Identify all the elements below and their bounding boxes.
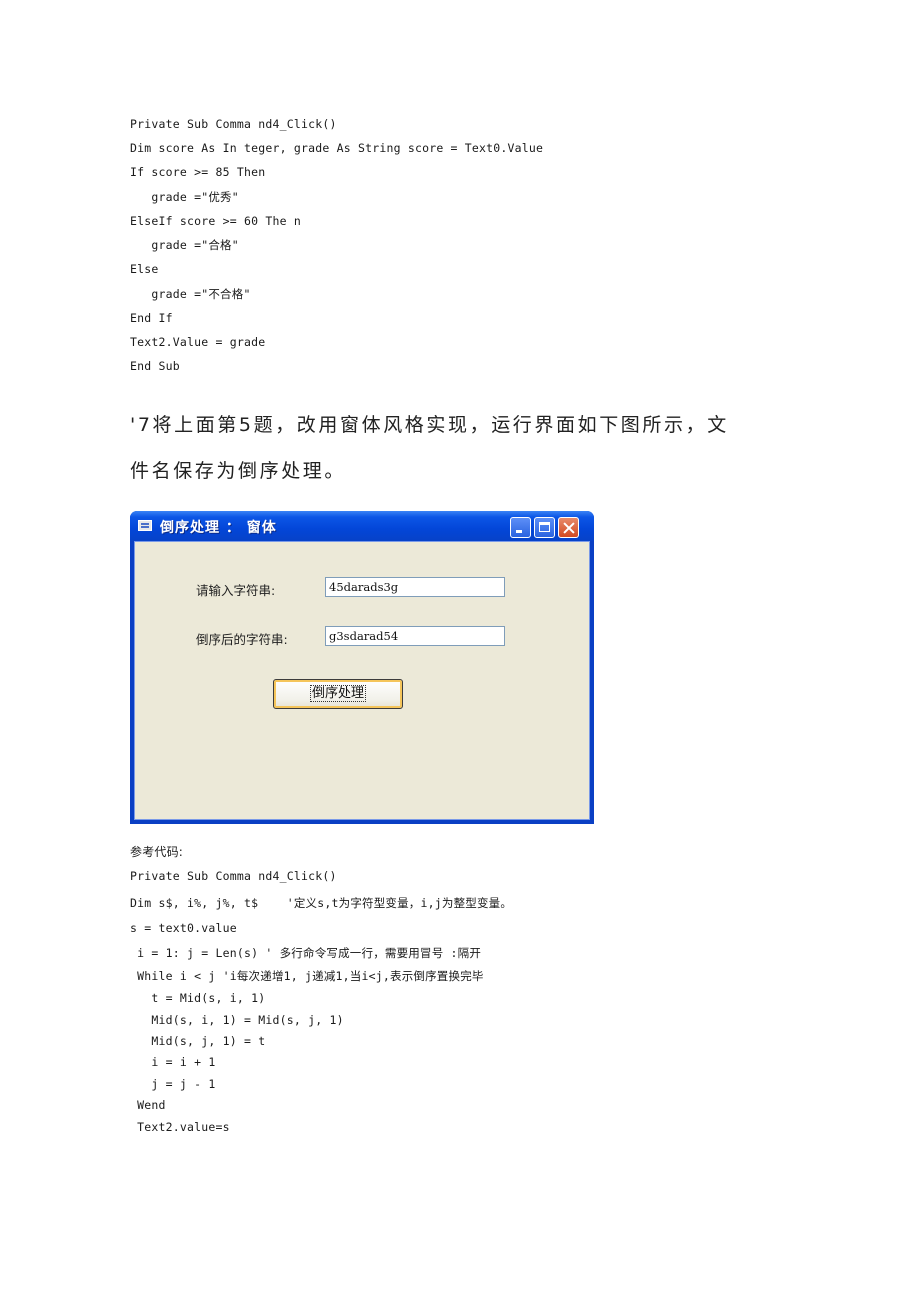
- form-client-area: 请输入字符串: 45darads3g 倒序后的字符串: g3sdarad54 倒…: [134, 541, 590, 820]
- code-line: ElseIf score >= 60 The n: [130, 214, 301, 228]
- code-line: t = Mid(s, i, 1): [130, 991, 266, 1005]
- code-line: grade ="合格": [130, 238, 239, 252]
- code-line: If score >= 85 Then: [130, 165, 266, 179]
- minimize-button[interactable]: [510, 517, 531, 538]
- maximize-button[interactable]: [534, 517, 555, 538]
- code-line: j = j - 1: [130, 1077, 216, 1091]
- code-line: s = text0.value: [130, 921, 237, 935]
- code-line: Wend: [130, 1098, 166, 1112]
- code-line: Mid(s, j, 1) = t: [130, 1034, 266, 1048]
- question-text-line-2: 件名保存为倒序处理。: [130, 460, 347, 482]
- form-window: 倒序处理 ： 窗体 请输入字符串: 45darads3g 倒序后的字符串: g3…: [130, 511, 594, 824]
- form-icon: [138, 520, 152, 531]
- window-title: 倒序处理 ： 窗体: [160, 520, 277, 536]
- code-line: i = i + 1: [130, 1055, 216, 1069]
- code-line: Dim score As In teger, grade As String s…: [130, 141, 544, 155]
- code-line: End If: [130, 311, 173, 325]
- code-line: i = 1: j = Len(s) ' 多行命令写成一行，需要用冒号 :隔开: [130, 946, 482, 960]
- code-line: grade ="不合格": [130, 287, 251, 301]
- code-line: Text2.value=s: [130, 1120, 230, 1134]
- code-line: Else: [130, 262, 159, 276]
- reference-label: 参考代码:: [130, 845, 184, 859]
- input-textbox[interactable]: 45darads3g: [325, 577, 505, 597]
- question-text-line-1: '7将上面第5题，改用窗体风格实现，运行界面如下图所示，文: [130, 414, 729, 436]
- output-label: 倒序后的字符串:: [196, 632, 288, 647]
- close-button[interactable]: [558, 517, 579, 538]
- window-titlebar[interactable]: 倒序处理 ： 窗体: [130, 511, 594, 541]
- code-line: Dim s$, i%, j%, t$ '定义s,t为字符型变量，i,j为整型变量…: [130, 896, 513, 910]
- output-textbox[interactable]: g3sdarad54: [325, 626, 505, 646]
- code-line: Private Sub Comma nd4_Click(): [130, 869, 337, 883]
- reverse-button-label: 倒序处理: [309, 685, 367, 702]
- input-label: 请输入字符串:: [196, 583, 276, 598]
- code-line: While i < j 'i每次递增1, j递减1,当i<j,表示倒序置换完毕: [130, 969, 484, 983]
- code-line: Text2.Value = grade: [130, 335, 266, 349]
- code-line: End Sub: [130, 359, 180, 373]
- reverse-button[interactable]: 倒序处理: [273, 679, 403, 709]
- code-line: Mid(s, i, 1) = Mid(s, j, 1): [130, 1013, 344, 1027]
- code-line: Private Sub Comma nd4_Click(): [130, 117, 337, 131]
- code-line: grade ="优秀": [130, 190, 239, 204]
